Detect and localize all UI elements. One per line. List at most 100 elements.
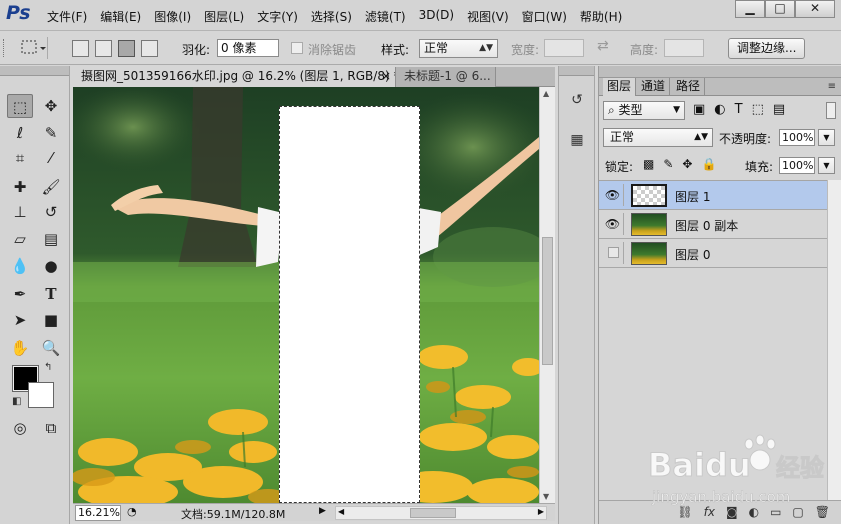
options-grip[interactable]: [3, 39, 6, 57]
type-filter-icon[interactable]: T: [735, 102, 743, 117]
crop-tool-icon[interactable]: ⌗: [7, 146, 33, 170]
visibility-eye-icon[interactable]: 👁: [602, 184, 624, 206]
menu-window[interactable]: 窗口(W): [515, 8, 573, 25]
height-input[interactable]: [664, 39, 704, 57]
status-info-icon[interactable]: ◔: [127, 505, 137, 518]
close-button[interactable]: ✕: [795, 0, 835, 18]
menu-edit[interactable]: 编辑(E): [93, 8, 147, 25]
scroll-left-icon[interactable]: ◀: [338, 507, 344, 516]
add-to-selection-icon[interactable]: [95, 40, 112, 57]
blur-tool-icon[interactable]: 💧: [7, 254, 33, 278]
menu-layer[interactable]: 图层(L): [197, 8, 250, 25]
shape-filter-icon[interactable]: ⬚: [752, 102, 764, 117]
feather-input[interactable]: 0 像素: [217, 39, 279, 57]
blend-mode-select[interactable]: 正常 ▲▼: [603, 128, 713, 147]
tab-paths[interactable]: 路径: [672, 78, 706, 96]
menu-help[interactable]: 帮助(H): [573, 8, 628, 25]
adjustment-filter-icon[interactable]: ◐: [714, 102, 725, 117]
zoom-level-field[interactable]: 16.21%: [75, 505, 121, 521]
lock-all-icon[interactable]: 🔒: [701, 157, 716, 171]
tab-document-untitled[interactable]: 未标题-1 @ 6...: [396, 67, 496, 87]
scroll-up-icon[interactable]: ▲: [543, 89, 549, 98]
hand-tool-icon[interactable]: ✋: [7, 336, 33, 360]
tab-layers[interactable]: 图层: [603, 78, 637, 96]
healing-brush-tool-icon[interactable]: ✚: [7, 175, 33, 199]
dock-header[interactable]: [559, 66, 594, 76]
tab-document-label: 摄图网_501359166水印.jpg @ 16.2% (图层 1, RGB/8…: [81, 69, 396, 83]
menu-file[interactable]: 文件(F): [40, 8, 93, 25]
rectangle-tool-icon[interactable]: ■: [38, 308, 64, 332]
layer-row-0-copy[interactable]: 👁 图层 0 副本: [599, 210, 827, 239]
gradient-tool-icon[interactable]: ▤: [38, 227, 64, 251]
lock-transparent-icon[interactable]: ▩: [643, 157, 654, 171]
lock-position-icon[interactable]: ✥: [682, 157, 692, 171]
close-tab-icon[interactable]: ×: [381, 67, 391, 86]
maximize-button[interactable]: □: [765, 0, 795, 18]
menu-3d[interactable]: 3D(D): [412, 8, 460, 25]
history-brush-tool-icon[interactable]: ↺: [38, 200, 64, 224]
layer-filter-select[interactable]: ⌕ 类型 ▼: [603, 101, 685, 120]
menu-image[interactable]: 图像(I): [147, 8, 197, 25]
eraser-tool-icon[interactable]: ▱: [7, 227, 33, 251]
lasso-tool-icon[interactable]: ℓ: [7, 121, 33, 145]
vertical-scroll-thumb[interactable]: [542, 237, 553, 365]
menu-select[interactable]: 选择(S): [304, 8, 358, 25]
visibility-eye-icon[interactable]: 👁: [602, 213, 624, 235]
pen-tool-icon[interactable]: ✒: [7, 282, 33, 306]
eyedropper-tool-icon[interactable]: ⁄: [38, 146, 64, 170]
menu-view[interactable]: 视图(V): [460, 8, 515, 25]
refine-edge-button[interactable]: 调整边缘...: [728, 38, 806, 59]
swap-colors-icon[interactable]: ↰: [44, 362, 52, 373]
opacity-input[interactable]: 100%: [779, 129, 815, 146]
tool-preset-picker[interactable]: [14, 37, 48, 59]
dodge-tool-icon[interactable]: ●: [38, 254, 64, 278]
intersect-selection-icon[interactable]: [141, 40, 158, 57]
path-selection-tool-icon[interactable]: ➤: [7, 308, 33, 332]
width-input[interactable]: [544, 39, 584, 57]
brush-tool-icon[interactable]: 🖌: [38, 175, 64, 199]
properties-panel-icon[interactable]: ▦: [564, 128, 590, 152]
style-select[interactable]: 正常 ▲▼: [419, 39, 498, 58]
horizontal-scroll-thumb[interactable]: [410, 508, 456, 518]
fill-input[interactable]: 100%: [779, 157, 815, 174]
minimize-button[interactable]: ▁: [735, 0, 765, 18]
quick-selection-tool-icon[interactable]: ✎: [38, 121, 64, 145]
clone-stamp-tool-icon[interactable]: ⊥: [7, 200, 33, 224]
menu-list: 文件(F) 编辑(E) 图像(I) 图层(L) 文字(Y) 选择(S) 滤镜(T…: [40, 8, 628, 25]
horizontal-scrollbar[interactable]: ◀ ▶: [335, 506, 547, 520]
tab-document-active[interactable]: 摄图网_501359166水印.jpg @ 16.2% (图层 1, RGB/8…: [73, 67, 396, 87]
pixel-filter-icon[interactable]: ▣: [693, 102, 705, 117]
antialias-checkbox[interactable]: [291, 42, 303, 54]
swap-dimensions-icon[interactable]: ⇄: [597, 38, 609, 54]
fill-dropdown-icon[interactable]: ▼: [818, 157, 835, 174]
layer-row-1[interactable]: 👁 图层 1: [599, 181, 827, 210]
menu-filter[interactable]: 滤镜(T): [358, 8, 412, 25]
new-selection-icon[interactable]: [72, 40, 89, 57]
filter-toggle[interactable]: [826, 102, 836, 119]
tab-channels[interactable]: 通道: [637, 78, 671, 96]
scroll-down-icon[interactable]: ▼: [543, 492, 549, 501]
smart-object-filter-icon[interactable]: ▤: [773, 102, 785, 117]
default-colors-icon[interactable]: ◧: [12, 396, 21, 407]
canvas[interactable]: [73, 87, 539, 503]
screen-mode-icon[interactable]: ⧉: [38, 416, 64, 440]
rectangular-marquee-tool-icon[interactable]: ⬚: [7, 94, 33, 118]
layers-panel-header[interactable]: [599, 66, 841, 78]
move-tool-icon[interactable]: ✥: [38, 94, 64, 118]
type-tool-icon[interactable]: T: [38, 282, 64, 306]
zoom-tool-icon[interactable]: 🔍: [38, 336, 64, 360]
scroll-right-icon[interactable]: ▶: [538, 507, 544, 516]
history-panel-icon[interactable]: ↺: [564, 88, 590, 112]
quick-mask-icon[interactable]: ◎: [7, 416, 33, 440]
status-menu-arrow-icon[interactable]: ▶: [319, 506, 326, 516]
subtract-from-selection-icon[interactable]: [118, 40, 135, 57]
menu-type[interactable]: 文字(Y): [250, 8, 304, 25]
opacity-dropdown-icon[interactable]: ▼: [818, 129, 835, 146]
vertical-scrollbar[interactable]: ▲ ▼: [539, 87, 555, 503]
tools-panel-header[interactable]: [0, 66, 69, 76]
visibility-toggle-off[interactable]: [602, 242, 624, 264]
lock-image-icon[interactable]: ✎: [663, 157, 673, 171]
layer-row-0[interactable]: 图层 0: [599, 239, 827, 268]
background-color-swatch[interactable]: [28, 382, 54, 408]
panel-menu-icon[interactable]: ≡: [828, 81, 836, 92]
